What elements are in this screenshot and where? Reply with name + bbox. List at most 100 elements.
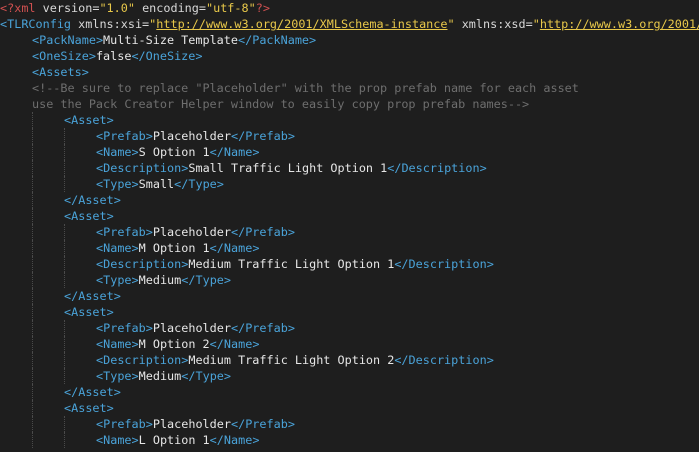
tag-name: Description bbox=[401, 161, 480, 175]
element-text: false bbox=[95, 49, 132, 63]
code-line[interactable]: <?xml version="1.0" encoding="utf-8"?> bbox=[0, 0, 699, 16]
indent-guide bbox=[32, 432, 64, 448]
code-line[interactable]: <Name>M Option 1</Name> bbox=[0, 240, 699, 256]
indent-guide bbox=[32, 288, 64, 304]
tag-bracket: > bbox=[252, 433, 260, 447]
code-line[interactable]: <Description>Small Traffic Light Option … bbox=[0, 160, 699, 176]
code-line[interactable]: <Prefab>Placeholder</Prefab> bbox=[0, 224, 699, 240]
indent-guide bbox=[64, 368, 96, 384]
tag-name: PackName bbox=[39, 33, 96, 47]
tag-bracket: </ bbox=[209, 145, 224, 159]
tag-bracket: > bbox=[131, 369, 139, 383]
tag-bracket: > bbox=[287, 417, 295, 431]
tag-name: Prefab bbox=[103, 417, 146, 431]
xml-declaration: ?> bbox=[255, 1, 270, 15]
tag-name: Asset bbox=[71, 113, 107, 127]
code-line[interactable]: <Prefab>Placeholder</Prefab> bbox=[0, 320, 699, 336]
indent-guide bbox=[32, 144, 64, 160]
indent-guide bbox=[32, 160, 64, 176]
code-line[interactable]: <Prefab>Placeholder</Prefab> bbox=[0, 416, 699, 432]
attribute-value: " bbox=[447, 17, 455, 31]
tag-bracket: </ bbox=[64, 385, 79, 399]
tag-name: Type bbox=[195, 273, 224, 287]
code-line[interactable]: <!--Be sure to replace "Placeholder" wit… bbox=[0, 80, 699, 96]
code-line[interactable]: <OneSize>false</OneSize> bbox=[0, 48, 699, 64]
tag-bracket: > bbox=[131, 337, 139, 351]
indent-guide bbox=[0, 64, 32, 80]
attribute-value: " bbox=[532, 17, 540, 31]
indent-guide bbox=[32, 112, 64, 128]
tag-name: Type bbox=[103, 273, 132, 287]
indent-guide bbox=[32, 256, 64, 272]
tag-bracket: > bbox=[106, 401, 114, 415]
code-line[interactable]: <Asset> bbox=[0, 400, 699, 416]
attribute: encoding= bbox=[134, 1, 206, 15]
code-line[interactable]: <TLRConfig xmlns:xsi="http://www.w3.org/… bbox=[0, 16, 699, 32]
indent-guide bbox=[0, 320, 32, 336]
code-line[interactable]: <Asset> bbox=[0, 304, 699, 320]
code-line[interactable]: </Asset> bbox=[0, 288, 699, 304]
code-line[interactable]: <Asset> bbox=[0, 208, 699, 224]
code-line[interactable]: <Type>Medium</Type> bbox=[0, 272, 699, 288]
indent-guide bbox=[0, 288, 32, 304]
tag-name: Prefab bbox=[103, 321, 146, 335]
tag-name: Asset bbox=[71, 209, 107, 223]
tag-name: Asset bbox=[78, 193, 114, 207]
url-link[interactable]: http://www.w3.org/2001/XMLSchema bbox=[540, 17, 699, 31]
code-line[interactable]: <Type>Medium</Type> bbox=[0, 368, 699, 384]
xml-comment: use the Pack Creator Helper window to ea… bbox=[32, 97, 530, 111]
url-link[interactable]: http://www.w3.org/2001/XMLSchema-instanc… bbox=[156, 17, 447, 31]
element-text: Multi-Size Template bbox=[103, 33, 238, 47]
tag-bracket: > bbox=[95, 33, 104, 47]
tag-name: Asset bbox=[71, 305, 107, 319]
element-text: Medium Traffic Light Option 2 bbox=[188, 353, 395, 367]
code-line[interactable]: use the Pack Creator Helper window to ea… bbox=[0, 96, 699, 112]
code-line[interactable]: <Type>Small</Type> bbox=[0, 176, 699, 192]
element-text: Placeholder bbox=[152, 321, 231, 335]
indent-guide bbox=[32, 400, 64, 416]
tag-name: TLRConfig bbox=[7, 17, 72, 31]
indent-guide bbox=[32, 352, 64, 368]
code-line[interactable]: </Asset> bbox=[0, 384, 699, 400]
indent-guide bbox=[0, 80, 32, 96]
indent-guide bbox=[32, 240, 64, 256]
tag-name: Prefab bbox=[245, 417, 288, 431]
tag-name: Prefab bbox=[245, 129, 288, 143]
indent-guide bbox=[0, 48, 32, 64]
element-text: Small bbox=[138, 177, 175, 191]
element-text: Medium Traffic Light Option 1 bbox=[188, 257, 395, 271]
code-line[interactable]: <Description>Medium Traffic Light Option… bbox=[0, 352, 699, 368]
indent-guide bbox=[0, 96, 32, 112]
indent-guide bbox=[64, 336, 96, 352]
xml-declaration: xml bbox=[14, 1, 36, 15]
element-text: Placeholder bbox=[152, 225, 231, 239]
code-line[interactable]: <Name>M Option 2</Name> bbox=[0, 336, 699, 352]
code-line[interactable]: <PackName>Multi-Size Template</PackName> bbox=[0, 32, 699, 48]
indent-guide bbox=[0, 416, 32, 432]
element-text: L Option 1 bbox=[138, 433, 210, 447]
indent-guide bbox=[0, 240, 32, 256]
code-content[interactable]: <?xml version="1.0" encoding="utf-8"?> <T… bbox=[0, 0, 699, 448]
element-text: Placeholder bbox=[152, 129, 231, 143]
tag-name: OneSize bbox=[145, 49, 196, 63]
tag-bracket: > bbox=[479, 161, 487, 175]
code-line[interactable]: <Assets> bbox=[0, 64, 699, 80]
code-editor[interactable]: <?xml version="1.0" encoding="utf-8"?> <T… bbox=[0, 0, 699, 452]
indent-guide bbox=[32, 368, 64, 384]
tag-bracket: </ bbox=[209, 433, 224, 447]
code-line[interactable]: <Description>Medium Traffic Light Option… bbox=[0, 256, 699, 272]
tag-name: Prefab bbox=[103, 225, 146, 239]
tag-name: Name bbox=[223, 241, 253, 255]
code-line[interactable]: <Prefab>Placeholder</Prefab> bbox=[0, 128, 699, 144]
element-text: S Option 1 bbox=[138, 145, 210, 159]
code-line[interactable]: <Asset> bbox=[0, 112, 699, 128]
code-line[interactable]: <Name>L Option 1</Name> bbox=[0, 432, 699, 448]
tag-name: Description bbox=[103, 257, 182, 271]
tag-bracket: > bbox=[131, 241, 139, 255]
indent-guide bbox=[32, 304, 64, 320]
tag-name: Description bbox=[103, 353, 182, 367]
code-line[interactable]: <Name>S Option 1</Name> bbox=[0, 144, 699, 160]
tag-name: Description bbox=[408, 353, 487, 367]
code-line[interactable]: </Asset> bbox=[0, 192, 699, 208]
indent-guide bbox=[0, 368, 32, 384]
